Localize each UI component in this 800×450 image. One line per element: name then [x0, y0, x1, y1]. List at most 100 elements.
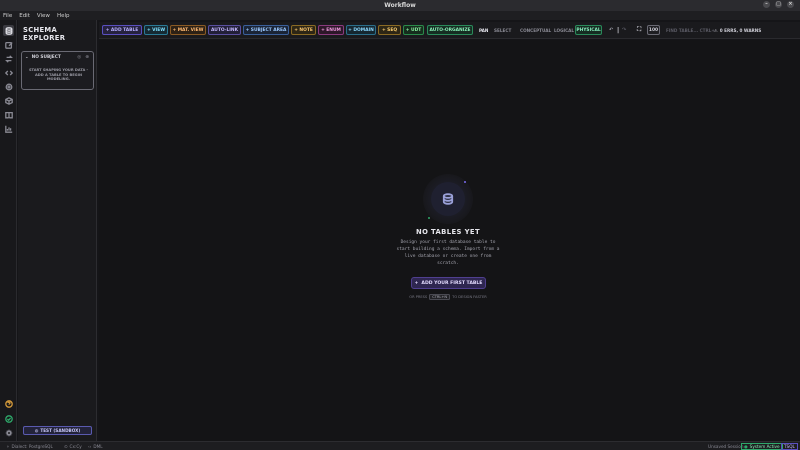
status-dialect-badge[interactable]: TSQL	[781, 443, 798, 450]
activity-rail	[0, 20, 17, 441]
hint-suffix: TO DESIGN FASTER	[452, 295, 487, 299]
fit-screen-icon[interactable]: ⛶	[637, 25, 641, 35]
conceptual-view-button[interactable]: CONCEPTUAL	[520, 25, 551, 35]
status-dot-icon: ●	[744, 444, 748, 449]
rail-analytics-button[interactable]	[3, 123, 14, 134]
rail-gear-button[interactable]	[3, 427, 14, 438]
explorer-title-line1: SCHEMA	[23, 26, 58, 34]
validation-label: 0 ERRS, 0 WARNS	[719, 27, 762, 33]
status-session: Unsaved Session	[708, 444, 744, 449]
add-first-table-button[interactable]: + ADD YOUR FIRST TABLE	[411, 277, 486, 289]
database-icon	[5, 26, 12, 35]
rail-help-button[interactable]	[3, 398, 14, 409]
add-enum-button[interactable]: + ENUM	[318, 25, 344, 35]
eye-icon[interactable]: ◎	[77, 55, 81, 60]
shortcut-hint: OR PRESS CTRL+N TO DESIGN FASTER	[378, 294, 518, 300]
add-mat-view-button[interactable]: + MAT. VIEW	[170, 25, 206, 35]
environment-label: TEST (SANDBOX)	[40, 428, 81, 433]
flask-icon: ◍	[34, 428, 39, 433]
book-icon	[4, 111, 13, 118]
empty-state-icon	[431, 182, 465, 216]
menu-edit[interactable]: Edit	[19, 13, 30, 19]
status-bar: ⚬ Dialect: PostgreSQL ⊙ Cx:Cy ‹› DML Uns…	[0, 441, 800, 450]
sparkle-dot	[428, 217, 430, 219]
add-subject-area-button[interactable]: + SUBJECT AREA	[243, 25, 289, 35]
add-seq-button[interactable]: + SEQ	[378, 25, 401, 35]
add-udt-button[interactable]: + UDT	[403, 25, 424, 35]
menu-file[interactable]: File	[3, 13, 12, 19]
add-domain-button[interactable]: + DOMAIN	[346, 25, 376, 35]
cursor-icon: ⊙	[64, 444, 68, 449]
rail-schema-button[interactable]	[3, 25, 14, 36]
rail-security-button[interactable]	[3, 413, 14, 424]
cursor-label: Cx:Cy	[69, 444, 82, 449]
chevron-down-icon[interactable]: ⌄	[25, 55, 29, 60]
rail-compare-button[interactable]	[3, 53, 14, 64]
hint-prefix: OR PRESS	[409, 295, 428, 299]
pan-mode-button[interactable]: PAN	[479, 25, 488, 35]
chart-icon	[4, 125, 12, 133]
empty-state-description: Design your first database table to star…	[396, 240, 500, 266]
auto-organize-button[interactable]: AUTO-ORGANIZE	[427, 25, 473, 35]
dialect-label: Dialect: PostgreSQL	[11, 444, 53, 449]
add-first-table-label: ADD YOUR FIRST TABLE	[421, 280, 483, 286]
system-label: System Active	[749, 444, 780, 449]
database-small-icon: ⚬	[6, 444, 10, 449]
status-dialect[interactable]: ⚬ Dialect: PostgreSQL	[6, 443, 53, 450]
subject-label: NO SUBJECT	[31, 55, 61, 60]
status-system: ● System Active	[741, 443, 783, 450]
database-icon	[442, 193, 454, 205]
schema-explorer-panel: SCHEMA EXPLORER ⌄ NO SUBJECT ◎ ⊕ START S…	[18, 20, 97, 441]
undo-icon[interactable]: ↶	[609, 25, 613, 35]
edit-icon	[4, 41, 13, 49]
logical-view-button[interactable]: LOGICAL	[554, 25, 574, 35]
mode-label: DML	[93, 444, 103, 449]
find-table-input[interactable]: FIND TABLE... CTRL+	[666, 25, 715, 35]
rail-settings-button[interactable]	[3, 81, 14, 92]
status-cursor: ⊙ Cx:Cy	[64, 443, 82, 450]
zoom-level-button[interactable]: 100	[647, 25, 660, 35]
auto-link-button[interactable]: AUTO-LINK	[208, 25, 241, 35]
add-view-button[interactable]: + VIEW	[144, 25, 168, 35]
rail-code-button[interactable]	[3, 67, 14, 78]
maximize-button[interactable]: □	[775, 1, 782, 8]
explorer-title-line2: EXPLORER	[23, 34, 66, 42]
empty-state-title: NO TABLES YET	[415, 228, 481, 236]
subject-header[interactable]: ⌄ NO SUBJECT	[25, 55, 61, 60]
menu-view[interactable]: View	[37, 13, 50, 19]
close-button[interactable]: ×	[787, 1, 794, 8]
code-small-icon: ‹›	[88, 444, 92, 449]
designer-toolbar: + ADD TABLE + VIEW + MAT. VIEW AUTO-LINK…	[99, 22, 800, 39]
code-icon	[4, 70, 13, 75]
rail-packages-button[interactable]	[3, 95, 14, 106]
warning-icon: ⚠	[714, 27, 718, 33]
window-controls: – □ ×	[763, 1, 794, 8]
add-table-button[interactable]: + ADD TABLE	[102, 25, 142, 35]
swap-icon	[4, 54, 13, 63]
validation-status[interactable]: ⚠ 0 ERRS, 0 WARNS	[714, 25, 761, 35]
shortcut-key: CTRL+N	[429, 294, 451, 300]
redo-separator-icon: |	[617, 26, 620, 34]
subject-actions: ◎ ⊕	[77, 55, 89, 60]
shield-icon	[4, 414, 13, 423]
environment-button[interactable]: ◍ TEST (SANDBOX)	[23, 426, 92, 435]
window-titlebar: Workflow – □ ×	[0, 0, 800, 11]
minimize-button[interactable]: –	[763, 1, 770, 8]
gear-icon	[5, 429, 12, 436]
menu-help[interactable]: Help	[57, 13, 70, 19]
box-icon	[4, 96, 13, 105]
select-mode-button[interactable]: SELECT	[494, 25, 511, 35]
add-note-button[interactable]: + NOTE	[291, 25, 316, 35]
subject-group[interactable]: ⌄ NO SUBJECT ◎ ⊕ START SHAPING YOUR DATA…	[21, 51, 94, 90]
explorer-title: SCHEMA EXPLORER	[23, 26, 65, 42]
help-icon	[4, 399, 13, 408]
redo-icon[interactable]: ↷	[622, 25, 626, 35]
settings-icon	[5, 83, 12, 90]
rail-edit-button[interactable]	[3, 39, 14, 50]
status-mode[interactable]: ‹› DML	[88, 443, 103, 450]
rail-docs-button[interactable]	[3, 109, 14, 120]
more-icon[interactable]: ⊕	[85, 55, 89, 60]
physical-view-button[interactable]: PHYSICAL	[575, 25, 602, 35]
window-title: Workflow	[384, 2, 416, 9]
subject-empty-message: START SHAPING YOUR DATA - ADD A TABLE TO…	[28, 68, 89, 82]
